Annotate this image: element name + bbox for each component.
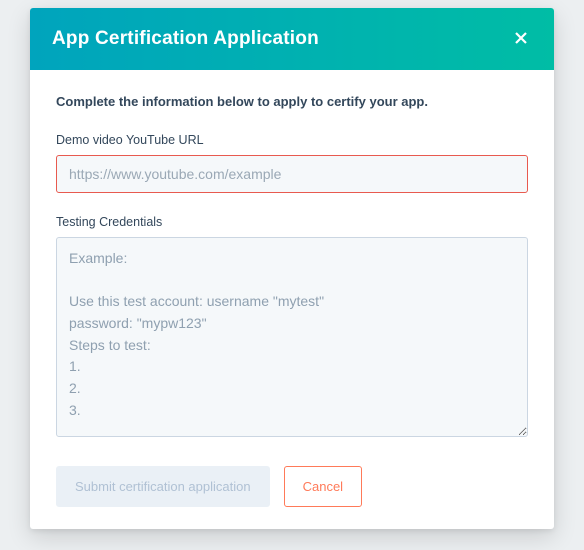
modal-header: App Certification Application — [30, 8, 554, 70]
credentials-label: Testing Credentials — [56, 215, 528, 229]
modal-title: App Certification Application — [52, 28, 319, 50]
modal-actions: Submit certification application Cancel — [56, 466, 528, 507]
credentials-textarea[interactable] — [56, 237, 528, 437]
submit-button[interactable]: Submit certification application — [56, 466, 270, 507]
demo-url-input[interactable] — [56, 155, 528, 193]
close-icon — [513, 30, 529, 49]
intro-text: Complete the information below to apply … — [56, 94, 528, 109]
certification-modal: App Certification Application Complete t… — [30, 8, 554, 529]
demo-url-label: Demo video YouTube URL — [56, 133, 528, 147]
cancel-button[interactable]: Cancel — [284, 466, 362, 507]
modal-body: Complete the information below to apply … — [30, 70, 554, 529]
close-button[interactable] — [510, 28, 532, 50]
